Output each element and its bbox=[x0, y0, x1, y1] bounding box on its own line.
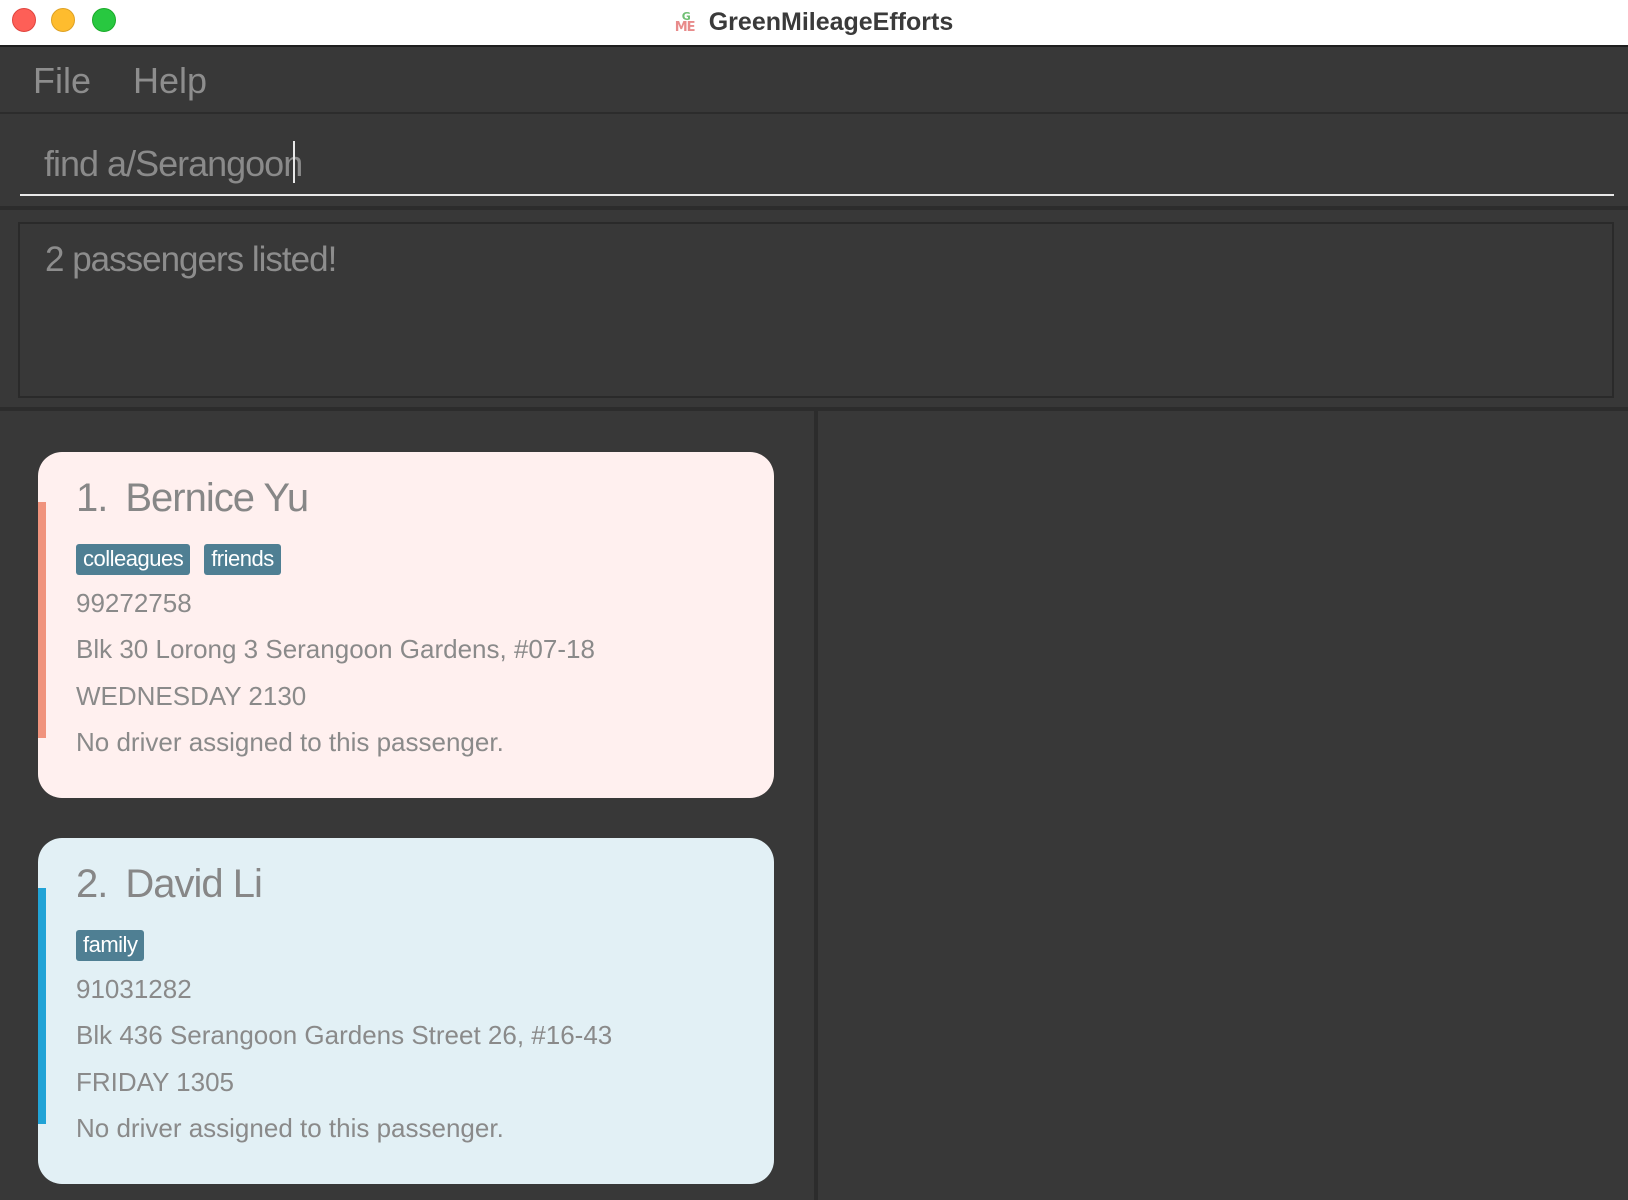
app-logo-icon: G ME bbox=[675, 10, 697, 36]
result-display: 2 passengers listed! bbox=[18, 222, 1614, 398]
passenger-name: David Li bbox=[125, 862, 263, 906]
passenger-name-line: 2. David Li bbox=[76, 862, 263, 907]
passenger-address: Blk 30 Lorong 3 Serangoon Gardens, #07-1… bbox=[76, 634, 595, 664]
passenger-card[interactable]: 2. David Li family 91031282 Blk 436 Seran… bbox=[38, 838, 774, 1184]
passenger-index: 2. bbox=[76, 862, 108, 906]
passenger-tags: colleagues friends bbox=[76, 544, 295, 575]
menu-bar: File Help bbox=[0, 49, 1628, 114]
passenger-driver-status: No driver assigned to this passenger. bbox=[76, 727, 504, 757]
result-message: 2 passengers listed! bbox=[45, 240, 337, 279]
passenger-trip-time: WEDNESDAY 2130 bbox=[76, 681, 307, 711]
passenger-phone: 91031282 bbox=[76, 974, 192, 1004]
passenger-name: Bernice Yu bbox=[125, 476, 309, 520]
command-box bbox=[0, 116, 1628, 210]
passenger-index: 1. bbox=[76, 476, 108, 520]
passenger-phone: 99272758 bbox=[76, 588, 192, 618]
window-title: GreenMileageEfforts bbox=[708, 8, 954, 36]
text-caret bbox=[293, 141, 295, 183]
title-bar: G ME GreenMileageEfforts bbox=[0, 0, 1628, 47]
menu-file[interactable]: File bbox=[33, 60, 91, 102]
detail-panel bbox=[818, 411, 1628, 1200]
passenger-list-panel[interactable]: 1. Bernice Yu colleagues friends 99272758… bbox=[0, 411, 814, 1200]
tag-badge: family bbox=[76, 930, 145, 961]
passenger-driver-status: No driver assigned to this passenger. bbox=[76, 1113, 504, 1143]
tag-badge: friends bbox=[204, 544, 281, 575]
app-logo-letters-me: ME bbox=[674, 19, 696, 35]
command-input[interactable] bbox=[20, 134, 1614, 196]
passenger-card-accent bbox=[38, 888, 46, 1124]
passenger-card[interactable]: 1. Bernice Yu colleagues friends 99272758… bbox=[38, 452, 774, 798]
tag-badge: colleagues bbox=[76, 544, 191, 575]
menu-help[interactable]: Help bbox=[133, 60, 207, 102]
passenger-card-accent bbox=[38, 502, 46, 738]
passenger-name-line: 1. Bernice Yu bbox=[76, 476, 309, 521]
passenger-address: Blk 436 Serangoon Gardens Street 26, #16… bbox=[76, 1020, 613, 1050]
passenger-tags: family bbox=[76, 930, 158, 961]
window-title-group: G ME GreenMileageEfforts bbox=[0, 0, 1628, 45]
passenger-trip-time: FRIDAY 1305 bbox=[76, 1067, 235, 1097]
